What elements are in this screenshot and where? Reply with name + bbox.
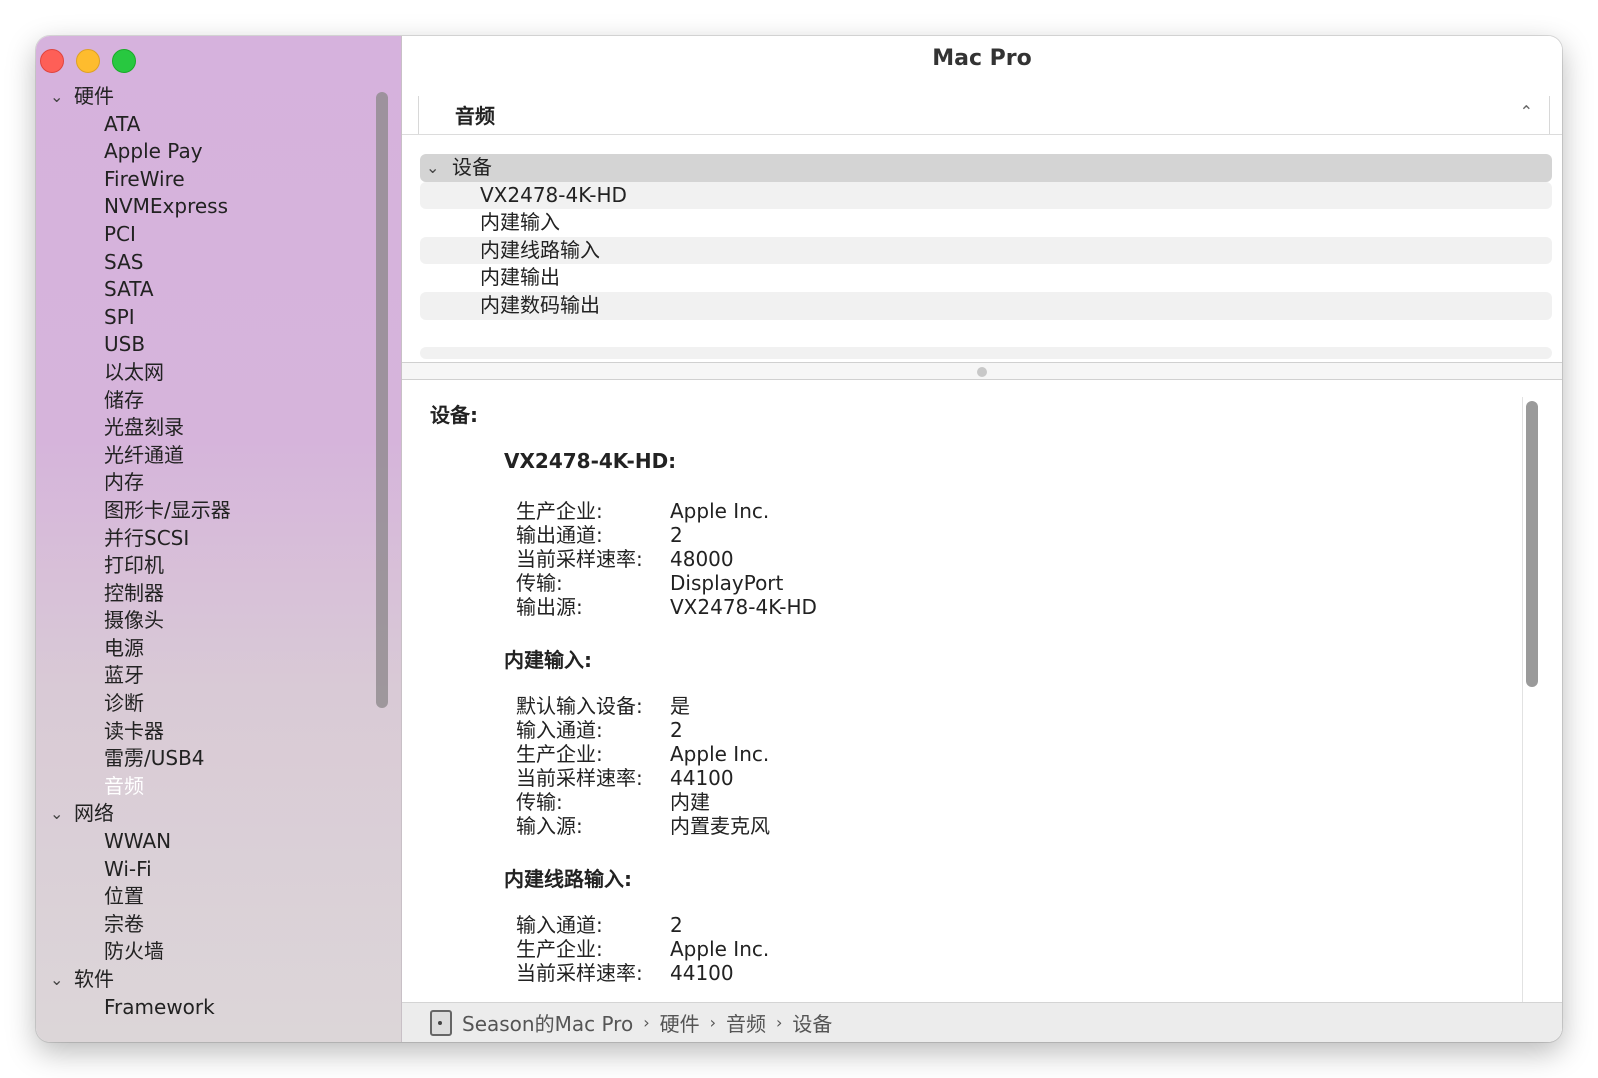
divider-line <box>402 134 1562 135</box>
chevron-right-icon: › <box>643 1013 650 1032</box>
list-item[interactable]: 内建线路输入 <box>420 236 1552 265</box>
chevron-down-icon[interactable]: ⌄ <box>50 83 63 111</box>
sidebar-item-firewire[interactable]: FireWire <box>36 166 386 194</box>
detail-title: 设备: <box>430 403 478 427</box>
sidebar-item-disc-burning[interactable]: 光盘刻录 <box>36 414 386 442</box>
sidebar-group-label: 硬件 <box>74 84 114 108</box>
sidebar-group-label: 网络 <box>74 801 114 826</box>
list-item[interactable]: 内建输出 <box>420 264 1552 292</box>
path-item[interactable]: 硬件 <box>660 1008 700 1037</box>
chevron-right-icon: › <box>776 1013 783 1032</box>
minimize-button[interactable] <box>76 49 100 73</box>
chevron-right-icon: › <box>709 1013 716 1032</box>
sidebar-item-volumes[interactable]: 宗卷 <box>36 911 386 939</box>
sidebar-item-wwan[interactable]: WWAN <box>36 828 386 856</box>
sidebar-item-camera[interactable]: 摄像头 <box>36 607 386 635</box>
window-controls <box>40 49 136 73</box>
section-title: 音频 <box>455 104 495 128</box>
zoom-button[interactable] <box>112 49 136 73</box>
sidebar-item-locations[interactable]: 位置 <box>36 883 386 911</box>
sidebar-tree: ⌄ 硬件 ATA Apple Pay FireWire NVMExpress P… <box>36 83 386 1021</box>
close-button[interactable] <box>40 49 64 73</box>
chevron-up-icon[interactable]: ⌃ <box>1520 102 1533 121</box>
device-list: ⌄ 设备 VX2478-4K-HD 内建输入 内建线路输入 内建输出 内建数码输… <box>420 154 1552 359</box>
sidebar-scrollbar[interactable] <box>376 92 388 708</box>
device-properties: 默认输入设备: 是 输入通道: 2 生产企业: Apple Inc. 当前采样速率: 4… <box>516 694 770 838</box>
sidebar-item-ethernet[interactable]: 以太网 <box>36 359 386 387</box>
list-item[interactable]: VX2478-4K-HD <box>420 181 1552 210</box>
sidebar-item-bluetooth[interactable]: 蓝牙 <box>36 662 386 690</box>
sidebar-item-memory[interactable]: 内存 <box>36 469 386 497</box>
sidebar-item-printers[interactable]: 打印机 <box>36 552 386 580</box>
sidebar-group-software[interactable]: ⌄ 软件 <box>36 966 386 994</box>
sidebar-item-diagnostics[interactable]: 诊断 <box>36 690 386 718</box>
sidebar-group-hardware[interactable]: ⌄ 硬件 <box>36 83 386 111</box>
sidebar-group-network[interactable]: ⌄ 网络 <box>36 800 386 828</box>
section-header[interactable]: 音频 ⌃ <box>418 96 1550 134</box>
sidebar-item-wifi[interactable]: Wi-Fi <box>36 856 386 884</box>
sidebar: ⌄ 硬件 ATA Apple Pay FireWire NVMExpress P… <box>36 36 402 1042</box>
sidebar-item-audio[interactable]: 音频 <box>36 772 386 801</box>
sidebar-item-fibre-channel[interactable]: 光纤通道 <box>36 442 386 470</box>
sidebar-item-controller[interactable]: 控制器 <box>36 580 386 608</box>
device-heading: 内建线路输入: <box>504 867 632 891</box>
detail-scrollbar[interactable] <box>1526 401 1538 687</box>
sidebar-item-sata[interactable]: SATA <box>36 276 386 304</box>
detail-pane: 设备: VX2478-4K-HD: 生产企业: Apple Inc. 输出通道: 2… <box>402 381 1562 1002</box>
main-pane: Mac Pro 音频 ⌃ ⌄ 设备 VX2478-4K-HD 内建输入 内建线路… <box>402 36 1562 1042</box>
device-list-header[interactable]: ⌄ 设备 <box>420 154 1552 182</box>
path-item[interactable]: 设备 <box>792 1008 832 1037</box>
chevron-down-icon[interactable]: ⌄ <box>50 966 63 994</box>
sidebar-item-card-reader[interactable]: 读卡器 <box>36 718 386 746</box>
sidebar-item-apple-pay[interactable]: Apple Pay <box>36 138 386 166</box>
sidebar-item-power[interactable]: 电源 <box>36 635 386 663</box>
sidebar-item-ata[interactable]: ATA <box>36 111 386 139</box>
sidebar-item-spi[interactable]: SPI <box>36 304 386 332</box>
sidebar-item-firewall[interactable]: 防火墙 <box>36 938 386 966</box>
sidebar-item-thunderbolt-usb4[interactable]: 雷雳/USB4 <box>36 745 386 773</box>
list-item[interactable]: 内建输入 <box>420 209 1552 237</box>
empty-row <box>420 346 1552 359</box>
chevron-down-icon[interactable]: ⌄ <box>426 154 439 182</box>
device-properties: 输入通道: 2 生产企业: Apple Inc. 当前采样速率: 44100 <box>516 913 770 985</box>
split-view-divider[interactable] <box>402 362 1562 380</box>
list-item[interactable]: 内建数码输出 <box>420 291 1552 320</box>
device-properties: 生产企业: Apple Inc. 输出通道: 2 当前采样速率: 48000 传输: D… <box>516 499 817 619</box>
sidebar-item-graphics-displays[interactable]: 图形卡/显示器 <box>36 497 386 525</box>
sidebar-item-framework[interactable]: Framework <box>36 994 386 1022</box>
system-information-window: ⌄ 硬件 ATA Apple Pay FireWire NVMExpress P… <box>36 36 1562 1042</box>
drag-handle-icon[interactable] <box>977 367 987 377</box>
chevron-down-icon[interactable]: ⌄ <box>50 800 63 828</box>
sidebar-item-nvmexpress[interactable]: NVMExpress <box>36 193 386 221</box>
path-item[interactable]: Season的Mac Pro <box>462 1008 633 1037</box>
sidebar-item-sas[interactable]: SAS <box>36 249 386 277</box>
sidebar-item-parallel-scsi[interactable]: 并行SCSI <box>36 525 386 553</box>
sidebar-item-storage[interactable]: 储存 <box>36 387 386 415</box>
device-heading: VX2478-4K-HD: <box>504 449 677 473</box>
sidebar-item-usb[interactable]: USB <box>36 331 386 359</box>
mac-pro-icon <box>430 1009 452 1036</box>
window-title: Mac Pro <box>932 46 1032 71</box>
device-heading: 内建输入: <box>504 648 592 672</box>
path-item[interactable]: 音频 <box>726 1008 766 1037</box>
path-bar: Season的Mac Pro › 硬件 › 音频 › 设备 <box>402 1002 1562 1042</box>
sidebar-item-pci[interactable]: PCI <box>36 221 386 249</box>
sidebar-group-label: 软件 <box>74 967 114 991</box>
